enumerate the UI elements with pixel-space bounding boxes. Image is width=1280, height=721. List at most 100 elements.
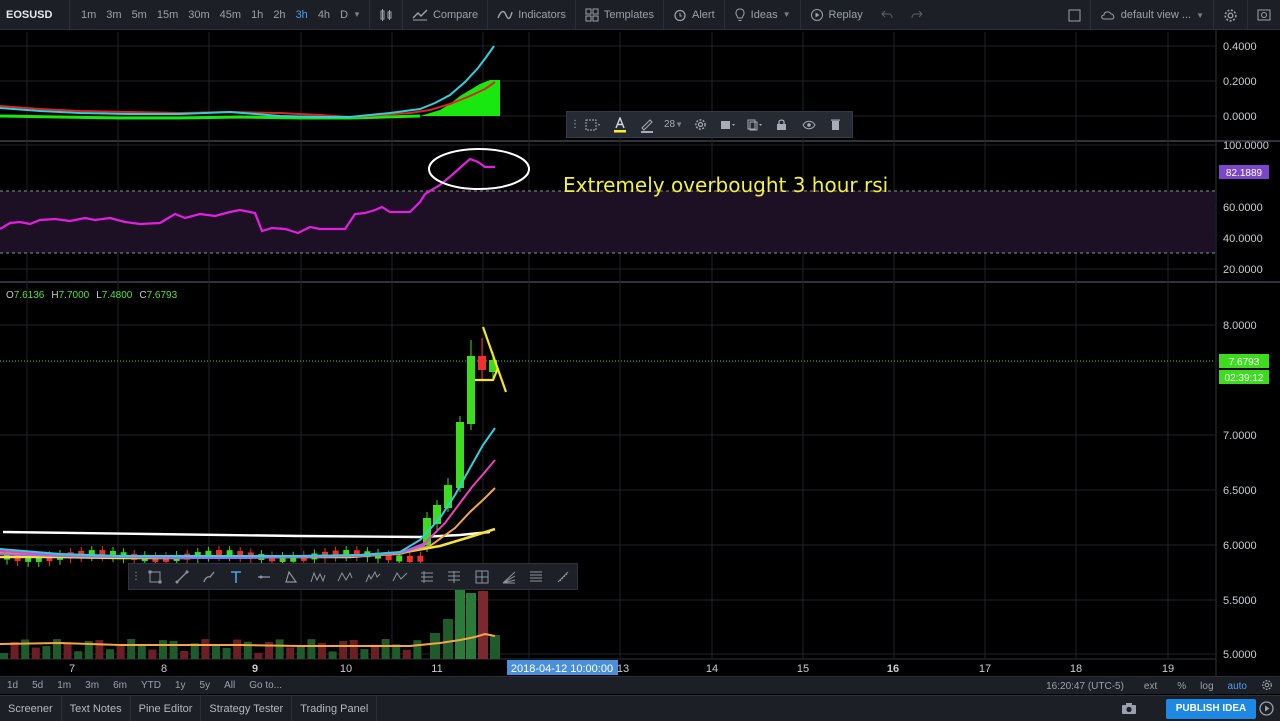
rectangle-tool[interactable] xyxy=(141,564,168,589)
price-axis-label: 6.0000 xyxy=(1223,540,1257,552)
tab-trading-panel[interactable]: Trading Panel xyxy=(292,695,378,721)
fullscreen-button[interactable] xyxy=(1059,0,1090,30)
templates-button[interactable]: Templates xyxy=(574,0,663,30)
annotation-ellipse[interactable] xyxy=(428,148,530,190)
auto-toggle[interactable]: auto xyxy=(1221,681,1254,692)
drag-handle-icon[interactable]: ⋮ xyxy=(570,112,580,137)
volume-bar xyxy=(339,641,348,659)
triangle-tool[interactable] xyxy=(277,564,304,589)
chevron-down-icon[interactable]: ▼ xyxy=(353,10,361,19)
candle-body xyxy=(406,555,413,562)
compare-button[interactable]: Compare xyxy=(401,0,487,30)
font-size-select[interactable]: 28 ▼ xyxy=(660,112,687,137)
price-axis-label: 8.0000 xyxy=(1223,320,1257,332)
delete-button[interactable] xyxy=(822,112,849,137)
range-5d[interactable]: 5d xyxy=(25,680,50,691)
ma-orange xyxy=(0,487,496,559)
interval-1h[interactable]: 1h xyxy=(246,9,268,21)
time-tick-label: 13 xyxy=(617,663,629,675)
horizontal-level-white[interactable] xyxy=(2,530,491,539)
range-3m[interactable]: 3m xyxy=(78,680,106,691)
candle-body xyxy=(456,422,464,488)
templates-label: Templates xyxy=(603,8,655,21)
elliott-wave-tool[interactable] xyxy=(359,564,386,589)
text-color-button[interactable] xyxy=(606,112,633,137)
interval-30m[interactable]: 30m xyxy=(183,9,214,21)
range-6m[interactable]: 6m xyxy=(106,680,134,691)
ext-toggle[interactable]: ext xyxy=(1137,681,1164,692)
visibility-layers-button[interactable] xyxy=(714,112,741,137)
percent-toggle[interactable]: % xyxy=(1170,681,1193,692)
replay-button[interactable]: Replay xyxy=(799,0,872,30)
lock-button[interactable] xyxy=(768,112,795,137)
abcd-pattern-tool[interactable] xyxy=(332,564,359,589)
triangle-drawing[interactable] xyxy=(481,326,508,393)
volume-bar xyxy=(159,640,167,659)
interval-4h[interactable]: 4h xyxy=(313,9,335,21)
undo-button[interactable] xyxy=(872,0,902,30)
hide-button[interactable] xyxy=(795,112,822,137)
long-position-tool[interactable] xyxy=(523,564,550,589)
wave-pattern-icon xyxy=(365,570,380,582)
gann-box-tool[interactable] xyxy=(468,564,495,589)
drawing-settings-button[interactable] xyxy=(687,112,714,137)
tab-screener[interactable]: Screener xyxy=(0,695,62,721)
line-color-button[interactable] xyxy=(633,112,660,137)
interval-2h[interactable]: 2h xyxy=(268,9,290,21)
tab-pine-editor[interactable]: Pine Editor xyxy=(131,695,202,721)
annotation-text[interactable]: Extremely overbought 3 hour rsi xyxy=(563,173,888,197)
drag-handle-icon[interactable]: ⋮ xyxy=(131,564,141,589)
xabcd-pattern-tool[interactable] xyxy=(305,564,332,589)
alert-button[interactable]: Alert xyxy=(663,0,724,30)
clone-button[interactable] xyxy=(741,112,768,137)
interval-5m[interactable]: 5m xyxy=(127,9,152,21)
layout-button[interactable]: default view ... ▼ xyxy=(1089,0,1213,30)
layers-icon xyxy=(720,120,735,129)
tab-strategy-tester[interactable]: Strategy Tester xyxy=(201,695,293,721)
snapshot-button[interactable] xyxy=(1121,701,1137,718)
range-5y[interactable]: 5y xyxy=(193,680,218,691)
indicators-icon xyxy=(497,10,513,19)
measure-tool[interactable] xyxy=(550,564,577,589)
fib-icon xyxy=(448,570,461,583)
interval-3h[interactable]: 3h xyxy=(291,9,313,21)
range-1d[interactable]: 1d xyxy=(0,680,25,691)
interval-d[interactable]: D xyxy=(335,9,353,21)
range-ytd[interactable]: YTD xyxy=(134,680,168,691)
tab-text-notes[interactable]: Text Notes xyxy=(62,695,131,721)
interval-45m[interactable]: 45m xyxy=(215,9,246,21)
redo-button[interactable] xyxy=(902,0,932,30)
range-1m[interactable]: 1m xyxy=(50,680,78,691)
interval-3m[interactable]: 3m xyxy=(101,9,126,21)
interval-15m[interactable]: 15m xyxy=(152,9,183,21)
play-button[interactable] xyxy=(1259,701,1274,719)
interval-1m[interactable]: 1m xyxy=(76,9,101,21)
fib-retracement-tool[interactable] xyxy=(441,564,468,589)
scale-settings-button[interactable] xyxy=(1254,679,1280,694)
goto-button[interactable]: Go to... xyxy=(242,680,289,691)
chart-type-button[interactable] xyxy=(368,0,402,30)
background-frame-button[interactable] xyxy=(579,112,606,137)
range-all[interactable]: All xyxy=(217,680,242,691)
indicators-button[interactable]: Indicators xyxy=(487,0,575,30)
abc-wave-tool[interactable] xyxy=(386,564,413,589)
fib-fan-tool[interactable] xyxy=(495,564,522,589)
clock-display[interactable]: 16:20:47 (UTC-5) xyxy=(1039,681,1131,692)
square-icon xyxy=(1068,9,1081,21)
text-tool[interactable] xyxy=(223,564,250,589)
pitchfork-tool[interactable] xyxy=(414,564,441,589)
horizontal-ray-tool[interactable] xyxy=(250,564,277,589)
brush-tool[interactable] xyxy=(196,564,223,589)
symbol-search[interactable]: EOSUSD xyxy=(0,0,70,30)
trend-line-tool[interactable] xyxy=(168,564,195,589)
settings-button[interactable] xyxy=(1213,0,1247,30)
ideas-button[interactable]: Ideas ▼ xyxy=(723,0,800,30)
trend-line-icon xyxy=(175,570,189,583)
snapshot-button[interactable] xyxy=(1247,0,1280,30)
publish-idea-button[interactable]: PUBLISH IDEA xyxy=(1166,699,1256,719)
volume-bar xyxy=(296,646,305,659)
log-toggle[interactable]: log xyxy=(1193,681,1220,692)
drawing-tools-toolbar: ⋮ xyxy=(128,563,578,590)
range-1y[interactable]: 1y xyxy=(168,680,193,691)
compare-icon xyxy=(412,8,428,20)
